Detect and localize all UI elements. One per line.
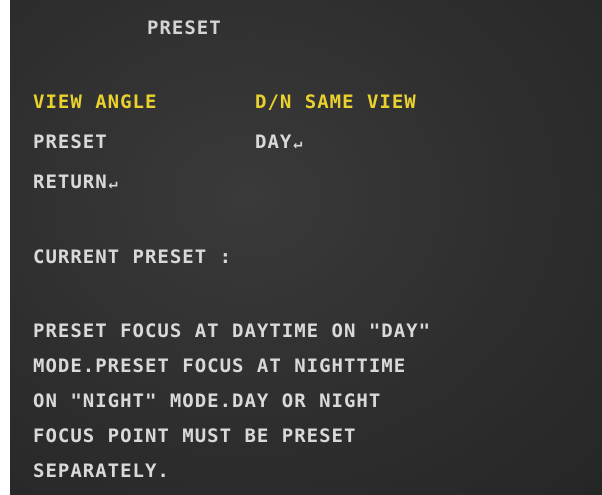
menu-item-return[interactable]: RETURN↵ <box>33 173 119 192</box>
enter-arrow-icon: ↵ <box>108 174 119 192</box>
preset-value-text: DAY <box>255 131 293 153</box>
description-line: FOCUS POINT MUST BE PRESET <box>33 425 357 447</box>
menu-item-view-angle[interactable]: VIEW ANGLE <box>33 93 157 112</box>
preset-value[interactable]: DAY↵ <box>255 133 303 152</box>
osd-screen: PRESET VIEW ANGLE D/N SAME VIEW PRESET D… <box>10 0 602 495</box>
return-label: RETURN <box>33 171 108 193</box>
description-line: ON "NIGHT" MODE.DAY OR NIGHT <box>33 390 382 412</box>
description-line: MODE.PRESET FOCUS AT NIGHTTIME <box>33 355 407 377</box>
menu-item-preset[interactable]: PRESET <box>33 133 108 152</box>
menu-title: PRESET <box>147 17 222 39</box>
current-preset-label: CURRENT PRESET : <box>33 246 233 268</box>
description-line: SEPARATELY. <box>33 460 170 482</box>
description-line: PRESET FOCUS AT DAYTIME ON "DAY" <box>33 320 432 342</box>
enter-arrow-icon: ↵ <box>293 134 304 152</box>
view-angle-value[interactable]: D/N SAME VIEW <box>255 93 417 112</box>
